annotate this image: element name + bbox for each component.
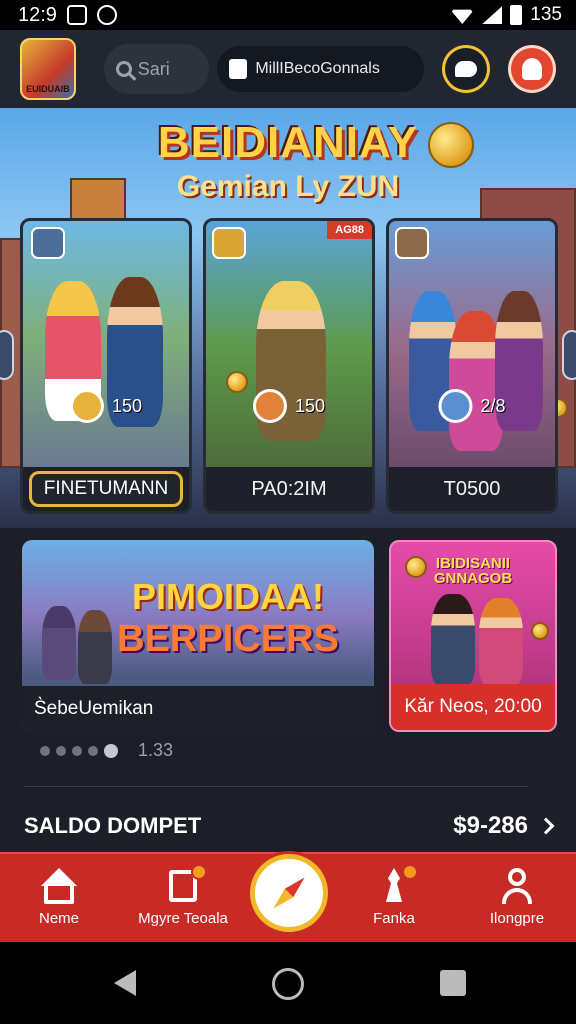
game-card-footer: PA0:2IM bbox=[206, 467, 372, 511]
tab-label: Mgyre Teoala bbox=[138, 910, 228, 927]
badge-icon bbox=[438, 389, 473, 423]
coin-icon bbox=[226, 371, 248, 393]
battery-icon bbox=[510, 5, 523, 25]
tab-profile[interactable]: Ilongpre bbox=[462, 854, 572, 944]
carousel-next-arrow[interactable] bbox=[562, 330, 576, 380]
gallery-icon bbox=[66, 5, 87, 25]
home-circle-icon[interactable] bbox=[272, 968, 304, 1000]
home-icon bbox=[39, 868, 79, 904]
notification-dot bbox=[191, 864, 207, 880]
tab-home[interactable]: Neme bbox=[4, 854, 114, 944]
character-illustration bbox=[431, 594, 475, 686]
promo-caption-text: S̀ebeUemikan bbox=[34, 698, 154, 719]
pager-count: 1.33 bbox=[138, 740, 174, 760]
user-icon bbox=[522, 58, 543, 80]
medal-icon bbox=[252, 389, 287, 423]
promo-caption: Kăr Neos, 20:00 bbox=[391, 684, 555, 730]
tab-label: Ilongpre bbox=[489, 910, 545, 927]
back-icon[interactable] bbox=[114, 970, 136, 996]
compass-icon bbox=[269, 873, 309, 913]
app-notification-icon bbox=[96, 5, 117, 25]
pager-dot[interactable] bbox=[72, 745, 82, 756]
promo-title: PIMOIDAA! bbox=[132, 576, 324, 617]
price-value: 150 bbox=[111, 395, 143, 416]
coin-icon bbox=[69, 389, 104, 423]
carousel-prev-arrow[interactable] bbox=[0, 330, 14, 380]
promo-subtitle: BERPICERS bbox=[117, 618, 339, 660]
pager-dot[interactable] bbox=[88, 745, 98, 756]
search-icon bbox=[115, 61, 132, 77]
game-card[interactable]: 150 FINETUMANN bbox=[20, 218, 192, 514]
promo-caption-text: Kăr Neos, 20:00 bbox=[404, 696, 542, 717]
explore-button[interactable] bbox=[250, 854, 328, 932]
pager-dot[interactable] bbox=[56, 745, 66, 756]
carousel-pager: 1.33 bbox=[40, 740, 173, 761]
search-placeholder: Sari bbox=[137, 58, 170, 79]
wallet-balance-row[interactable]: SALDO DOMPET $9-286 bbox=[24, 800, 555, 852]
promo-banner[interactable]: PIMOIDAA! BERPICERS S̀ebeUemikan bbox=[22, 540, 374, 732]
system-navigation-bar bbox=[0, 942, 576, 1024]
logo-text: EUIDUAIB bbox=[26, 84, 70, 94]
clock: 12:9 bbox=[18, 3, 57, 26]
tab-documents[interactable]: Mgyre Teoala bbox=[128, 854, 238, 944]
game-card-footer-text: PA0:2IM bbox=[251, 477, 327, 500]
tab-label: Neme bbox=[38, 910, 79, 927]
chess-pawn-icon bbox=[374, 864, 418, 904]
wifi-icon bbox=[450, 9, 475, 24]
game-card-artwork: 2/8 bbox=[389, 221, 555, 473]
helmet-icon bbox=[395, 227, 429, 259]
promo-banner[interactable]: IBIDISANII GNNAGOB Kăr Neos, 20:00 bbox=[389, 540, 557, 732]
tab-games[interactable]: Fanka bbox=[339, 854, 449, 944]
ribbon-badge: AG88 bbox=[327, 221, 372, 239]
shopping-bag-icon bbox=[229, 59, 248, 79]
battery-level: 135 bbox=[530, 4, 562, 25]
status-bar: 12:9 135 bbox=[0, 0, 576, 30]
document-icon bbox=[163, 864, 207, 904]
wallet-pill[interactable]: MillIBecoGonnals bbox=[217, 46, 425, 92]
recents-icon[interactable] bbox=[440, 970, 466, 996]
price-tag: 2/8 bbox=[438, 389, 506, 423]
game-card-artwork: 150 bbox=[23, 221, 189, 473]
game-card-footer-text: T0500 bbox=[443, 477, 501, 500]
game-card-footer: T0500 bbox=[389, 467, 555, 511]
chest-icon bbox=[31, 227, 65, 259]
chat-icon bbox=[455, 61, 478, 77]
game-card[interactable]: 2/8 T0500 bbox=[386, 218, 558, 514]
price-value: 150 bbox=[294, 395, 326, 416]
shield-icon bbox=[212, 227, 246, 259]
app-header: EUIDUAIB Sari MillIBecoGonnals bbox=[0, 30, 576, 108]
notification-dot bbox=[402, 864, 418, 880]
play-button-label: FINETUMANN bbox=[43, 478, 169, 499]
chevron-right-icon bbox=[537, 817, 555, 835]
signal-icon bbox=[482, 6, 503, 24]
coin-icon bbox=[405, 556, 427, 578]
pager-dot[interactable] bbox=[40, 745, 50, 756]
chat-button[interactable] bbox=[442, 45, 491, 93]
character-illustration bbox=[479, 598, 523, 686]
app-logo[interactable]: EUIDUAIB bbox=[20, 38, 76, 100]
game-card-footer: FINETUMANN bbox=[23, 467, 189, 511]
play-button[interactable]: FINETUMANN bbox=[28, 471, 184, 507]
tab-label: Fanka bbox=[373, 910, 415, 927]
hero-title: BEIDIANIAY bbox=[157, 118, 419, 167]
search-box[interactable]: Sari bbox=[103, 44, 210, 94]
pager-dot-active[interactable] bbox=[104, 743, 118, 758]
price-value: 2/8 bbox=[480, 395, 506, 416]
balance-amount: $9-286 bbox=[453, 812, 528, 839]
game-card-artwork: AG88 150 bbox=[206, 221, 372, 473]
wallet-balance-value: $9-286 bbox=[453, 812, 555, 840]
divider bbox=[24, 786, 528, 787]
price-tag: 150 bbox=[252, 389, 326, 423]
hero-subtitle: Gemian Ly ZUN bbox=[176, 170, 400, 203]
profile-button[interactable] bbox=[508, 45, 556, 93]
price-tag: 150 bbox=[69, 389, 143, 423]
wallet-label: MillIBecoGonnals bbox=[255, 60, 380, 77]
bottom-tab-bar: Neme Mgyre Teoala Fanka Ilongpre bbox=[0, 852, 576, 942]
game-card[interactable]: AG88 150 PA0:2IM bbox=[203, 218, 375, 514]
coin-icon bbox=[531, 622, 549, 640]
promo-caption: S̀ebeUemikan bbox=[22, 686, 374, 732]
wallet-balance-label: SALDO DOMPET bbox=[24, 813, 202, 838]
person-icon bbox=[497, 868, 537, 904]
